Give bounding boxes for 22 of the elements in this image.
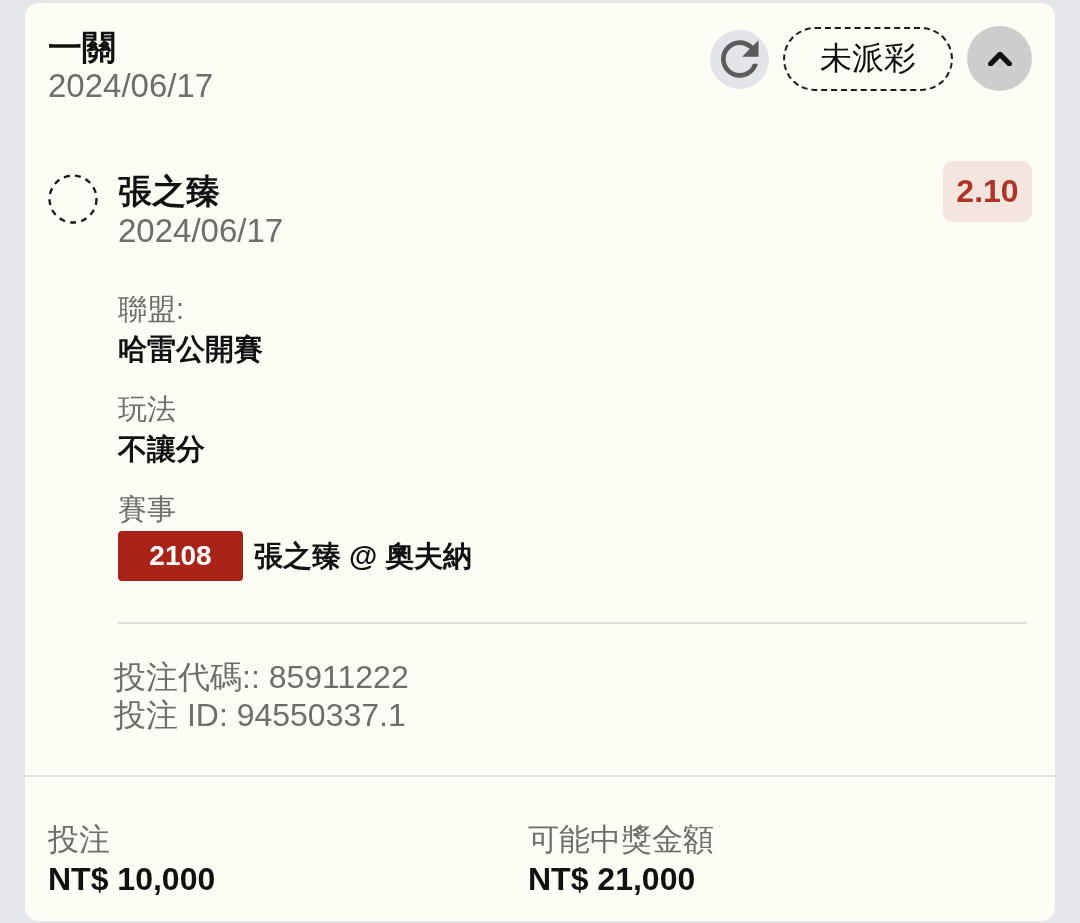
chevron-icon <box>987 51 1012 66</box>
dashed-circle-icon <box>48 174 98 224</box>
status-badge: 未派彩 <box>783 26 953 91</box>
summary-amount: NT$ 21,000 <box>528 860 697 898</box>
summary-label: 投注 <box>48 821 111 859</box>
detail-label: 聯盟: <box>118 292 186 327</box>
event-matchup: 張之臻 @ 奧夫納 <box>254 539 473 574</box>
bet-date: 2024/06/17 <box>48 68 214 104</box>
summary-label: 可能中獎金額 <box>528 821 715 859</box>
selection-name: 張之臻 <box>118 171 221 211</box>
event-number-badge: 2108 <box>118 531 243 581</box>
detail-value: 不讓分 <box>118 432 206 467</box>
refresh-icon <box>720 40 759 78</box>
bet-reference: 投注 ID: 94550337.1 <box>114 696 407 734</box>
bet-type-title: 一關 <box>48 27 117 68</box>
selection-date: 2024/06/17 <box>118 211 285 251</box>
odds-badge: 2.10 <box>943 161 1032 222</box>
detail-value: 哈雷公開賽 <box>118 332 264 367</box>
detail-label: 玩法 <box>118 392 177 427</box>
summary-amount: NT$ 10,000 <box>48 860 217 898</box>
bet-reference: 投注代碼:: 85911222 <box>114 658 410 696</box>
detail-label: 賽事 <box>118 492 177 527</box>
